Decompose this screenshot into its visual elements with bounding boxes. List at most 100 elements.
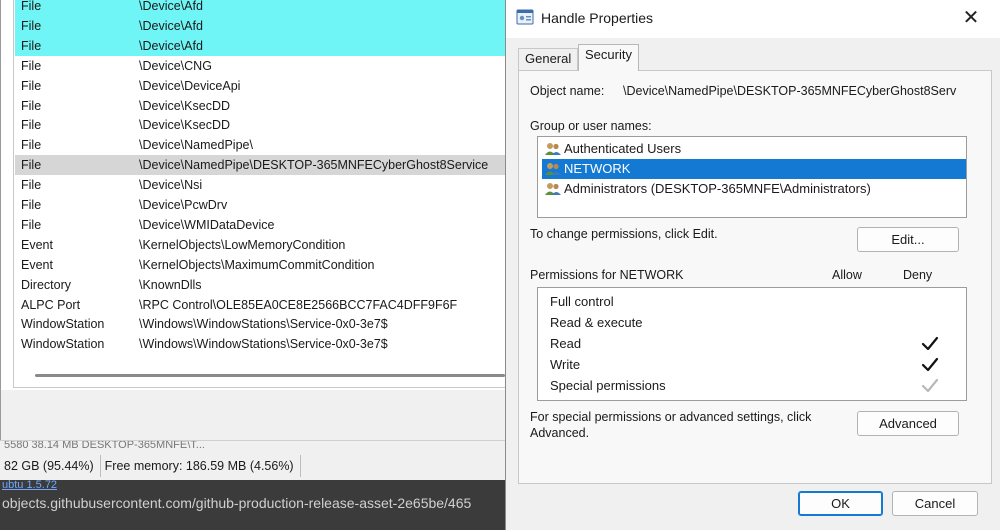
handle-row[interactable]: ALPC Port \RPC Control\OLE85EA0CE8E2566BC… bbox=[15, 295, 505, 315]
status-partial-row: 5580 38.14 MB DESKTOP-365MNFE\T... bbox=[4, 441, 205, 451]
lower-panel-area bbox=[1, 390, 511, 440]
handle-row[interactable]: File \Device\NamedPipe\DESKTOP-365MNFECyb… bbox=[15, 155, 505, 176]
handle-name-cell: \Device\PcwDrv bbox=[139, 198, 228, 212]
dialog-title: Handle Properties bbox=[541, 10, 654, 26]
handle-name-cell: \RPC Control\OLE85EA0CE8E2566BCC7FAC4DFF… bbox=[139, 297, 458, 312]
handle-type-cell: Event bbox=[21, 257, 53, 272]
object-name-label: Object name: bbox=[530, 84, 605, 98]
browser-partial-link[interactable]: ubtu 1.5.72 bbox=[0, 480, 57, 490]
handle-name-cell: \Device\Afd bbox=[139, 18, 203, 33]
handle-name-cell: \KernelObjects\MaximumCommitCondition bbox=[139, 257, 375, 272]
properties-window-icon bbox=[516, 9, 534, 25]
permission-label: Special permissions bbox=[550, 378, 666, 393]
group-names-label: Group or user names: bbox=[530, 119, 652, 133]
handle-type-cell: File bbox=[21, 138, 42, 153]
handle-name-cell: \Windows\WindowStations\Service-0x0-3e7$ bbox=[139, 337, 388, 352]
deny-checkmark-icon bbox=[921, 336, 939, 351]
permission-label: Full control bbox=[550, 294, 614, 309]
handle-row[interactable]: File \Device\Nsi bbox=[15, 175, 505, 195]
handle-row[interactable]: File \Device\KsecDD bbox=[15, 96, 505, 116]
handle-name-cell: \KernelObjects\LowMemoryCondition bbox=[139, 237, 346, 252]
users-icon bbox=[545, 183, 561, 195]
tab-general[interactable]: General bbox=[518, 48, 579, 70]
group-item-label: Administrators (DESKTOP-365MNFE\Administ… bbox=[564, 181, 871, 196]
handle-type-cell: File bbox=[21, 158, 42, 173]
permission-row: Full control bbox=[550, 291, 960, 312]
handle-type-cell: File bbox=[21, 217, 42, 232]
handle-row[interactable]: WindowStation \Windows\WindowStations\Ser… bbox=[15, 314, 505, 334]
allow-column-header: Allow bbox=[832, 268, 862, 282]
handle-name-cell: \Device\NamedPipe\DESKTOP-365MNFECyberGh… bbox=[139, 158, 489, 173]
handle-row[interactable]: File \Device\DeviceApi bbox=[15, 76, 505, 96]
ok-button[interactable]: OK bbox=[798, 491, 883, 516]
handle-type-cell: Directory bbox=[21, 277, 72, 292]
advanced-hint-line-2: Advanced. bbox=[530, 426, 590, 440]
deny-checkmark-icon bbox=[921, 357, 939, 372]
advanced-button[interactable]: Advanced bbox=[857, 411, 959, 436]
permission-label: Read & execute bbox=[550, 315, 643, 330]
status-bar: 5580 38.14 MB DESKTOP-365MNFE\T... 82 GB… bbox=[0, 440, 510, 480]
change-permissions-hint: To change permissions, click Edit. bbox=[530, 227, 718, 241]
tab-security[interactable]: Security bbox=[578, 44, 639, 71]
group-item[interactable]: Authenticated Users bbox=[542, 139, 966, 159]
dialog-titlebar[interactable]: Handle Properties ✕ bbox=[506, 0, 1000, 38]
handle-row[interactable]: File \Device\NamedPipe\ bbox=[15, 135, 505, 155]
security-tab-panel: Object name: \Device\NamedPipe\DESKTOP-3… bbox=[518, 70, 992, 484]
browser-url-text: objects.githubusercontent.com/github-pro… bbox=[2, 495, 472, 511]
permission-row: Read & execute bbox=[550, 312, 960, 333]
permission-row: Write bbox=[550, 354, 960, 375]
handle-row[interactable]: Event \KernelObjects\LowMemoryCondition bbox=[15, 235, 505, 255]
group-names-listbox[interactable]: Authenticated Users NETWORK Administrators… bbox=[537, 136, 967, 218]
handle-name-cell: \Device\KsecDD bbox=[139, 118, 230, 133]
handle-type-cell: File bbox=[21, 18, 42, 33]
handle-properties-dialog: Handle Properties ✕ General Security Obj… bbox=[505, 0, 1000, 530]
handle-row[interactable]: WindowStation \Windows\WindowStations\Ser… bbox=[15, 334, 505, 354]
handle-name-cell: \Device\DeviceApi bbox=[139, 78, 241, 93]
deny-checkmark-icon bbox=[921, 378, 939, 393]
advanced-hint-line-1: For special permissions or advanced sett… bbox=[530, 410, 812, 424]
close-button[interactable]: ✕ bbox=[956, 4, 986, 32]
handle-type-cell: File bbox=[21, 118, 42, 133]
handles-horizontal-scrollbar[interactable] bbox=[35, 374, 505, 377]
edit-button[interactable]: Edit... bbox=[857, 227, 959, 252]
handle-row[interactable]: File \Device\Afd bbox=[15, 0, 505, 16]
group-item-label: NETWORK bbox=[564, 161, 631, 176]
cancel-button[interactable]: Cancel bbox=[892, 491, 978, 516]
group-item-label: Authenticated Users bbox=[564, 141, 682, 156]
handle-type-cell: File bbox=[21, 58, 42, 73]
handle-row[interactable]: File \Device\Afd bbox=[15, 15, 505, 36]
permissions-for-label: Permissions for NETWORK bbox=[530, 268, 684, 282]
permission-row: Read bbox=[550, 333, 960, 354]
group-item[interactable]: NETWORK bbox=[542, 159, 966, 179]
users-icon bbox=[545, 163, 561, 175]
handle-type-cell: File bbox=[21, 78, 42, 93]
status-physical-memory: 82 GB (95.44%) bbox=[0, 455, 101, 477]
handle-row[interactable]: Event \KernelObjects\MaximumCommitConditi… bbox=[15, 255, 505, 275]
handle-type-cell: File bbox=[21, 0, 42, 13]
deny-column-header: Deny bbox=[903, 268, 933, 282]
group-item[interactable]: Administrators (DESKTOP-365MNFE\Administ… bbox=[542, 179, 966, 199]
handle-row[interactable]: File \Device\WMIDataDevice bbox=[15, 215, 505, 235]
permission-row: Special permissions bbox=[550, 375, 960, 396]
close-icon: ✕ bbox=[962, 7, 980, 29]
handle-row[interactable]: File \Device\CNG bbox=[15, 56, 505, 76]
handle-type-cell: ALPC Port bbox=[21, 297, 81, 312]
handle-type-cell: File bbox=[21, 198, 42, 212]
handle-name-cell: \Device\Nsi bbox=[139, 178, 203, 193]
handle-name-cell: \Device\NamedPipe\ bbox=[139, 138, 253, 153]
handle-type-cell: File bbox=[21, 178, 42, 193]
handle-row[interactable]: Directory \KnownDlls bbox=[15, 275, 505, 295]
object-name-value: \Device\NamedPipe\DESKTOP-365MNFECyberGh… bbox=[623, 84, 957, 98]
handle-name-cell: \Device\WMIDataDevice bbox=[139, 217, 275, 232]
status-free-memory: Free memory: 186.59 MB (4.56%) bbox=[101, 455, 301, 477]
handle-row[interactable]: File \Device\KsecDD bbox=[15, 115, 505, 135]
handle-type-cell: WindowStation bbox=[21, 337, 105, 352]
handle-type-cell: File bbox=[21, 38, 42, 53]
users-icon bbox=[545, 143, 561, 155]
handle-name-cell: \KnownDlls bbox=[139, 277, 202, 292]
handle-row[interactable]: File \Device\Afd bbox=[15, 35, 505, 56]
handle-row[interactable]: File \Device\PcwDrv bbox=[15, 195, 505, 215]
handle-name-cell: \Device\CNG bbox=[139, 58, 212, 73]
permission-label: Write bbox=[550, 357, 581, 372]
handle-type-cell: Event bbox=[21, 237, 53, 252]
